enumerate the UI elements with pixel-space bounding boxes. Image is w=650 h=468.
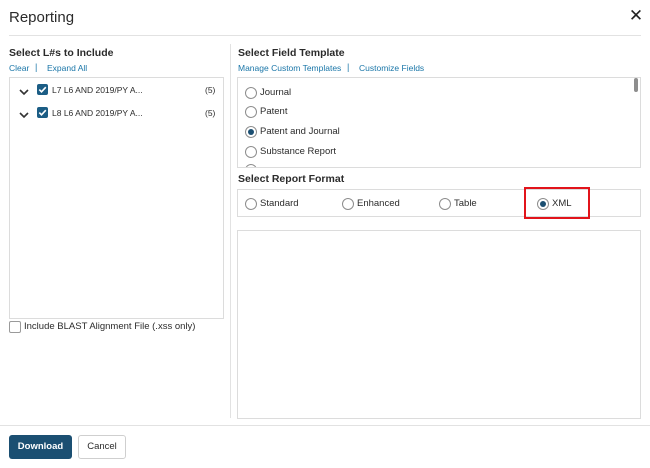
close-icon[interactable]: ✕ — [628, 7, 644, 25]
radio-enhanced[interactable] — [342, 198, 354, 210]
xml-highlight-box — [524, 187, 590, 219]
radio-label-table[interactable]: Table — [454, 198, 477, 209]
report-format-heading: Select Report Format — [238, 173, 345, 185]
list-item-label: L8 L6 AND 2019/PY A... — [52, 108, 143, 118]
radio-label-substance-report[interactable]: Substance Report — [260, 146, 336, 157]
clear-link[interactable]: Clear — [9, 63, 29, 73]
header-divider — [9, 35, 641, 36]
radio-label-standard[interactable]: Standard — [260, 198, 299, 209]
list-item[interactable]: L7 L6 AND 2019/PY A... (5) — [18, 84, 218, 100]
download-button[interactable]: Download — [9, 435, 72, 459]
radio-patent[interactable] — [245, 106, 257, 118]
radio-patent-and-journal[interactable] — [245, 126, 257, 138]
dialog-title: Reporting — [9, 9, 75, 26]
list-item-count: (5) — [205, 108, 216, 118]
list-item-label: L7 L6 AND 2019/PY A... — [52, 85, 143, 95]
radio-label-enhanced[interactable]: Enhanced — [357, 198, 400, 209]
list-item[interactable]: L8 L6 AND 2019/PY A... (5) — [18, 107, 218, 123]
customize-fields-link[interactable]: Customize Fields — [359, 63, 424, 73]
expand-all-link[interactable]: Expand All — [47, 63, 87, 73]
link-separator: | — [347, 62, 350, 72]
radio-table[interactable] — [439, 198, 451, 210]
blast-checkbox[interactable] — [9, 321, 21, 333]
radio-label-journal[interactable]: Journal — [260, 87, 291, 98]
scrollbar-thumb[interactable] — [634, 78, 638, 92]
chevron-down-icon[interactable] — [18, 86, 30, 98]
blast-label[interactable]: Include BLAST Alignment File (.xss only) — [24, 321, 195, 332]
cancel-button[interactable]: Cancel — [78, 435, 126, 459]
radio-label-patent-and-journal[interactable]: Patent and Journal — [260, 126, 340, 137]
list-item-count: (5) — [205, 85, 216, 95]
select-lnumbers-heading: Select L#s to Include — [9, 47, 114, 59]
radio-standard[interactable] — [245, 198, 257, 210]
chevron-down-icon[interactable] — [18, 109, 30, 121]
field-template-heading: Select Field Template — [238, 47, 345, 59]
field-template-panel: Journal Patent Patent and Journal Substa… — [237, 77, 641, 168]
footer-divider — [0, 425, 650, 426]
column-divider — [230, 44, 231, 418]
checkbox-l8[interactable] — [37, 107, 48, 118]
link-separator: | — [35, 62, 38, 72]
radio-journal[interactable] — [245, 87, 257, 99]
radio-label-patent[interactable]: Patent — [260, 106, 287, 117]
manage-custom-templates-link[interactable]: Manage Custom Templates — [238, 63, 341, 73]
preview-panel — [237, 230, 641, 419]
radio-substance-report[interactable] — [245, 146, 257, 158]
radio-partially-visible[interactable] — [245, 164, 257, 167]
checkbox-l7[interactable] — [37, 84, 48, 95]
